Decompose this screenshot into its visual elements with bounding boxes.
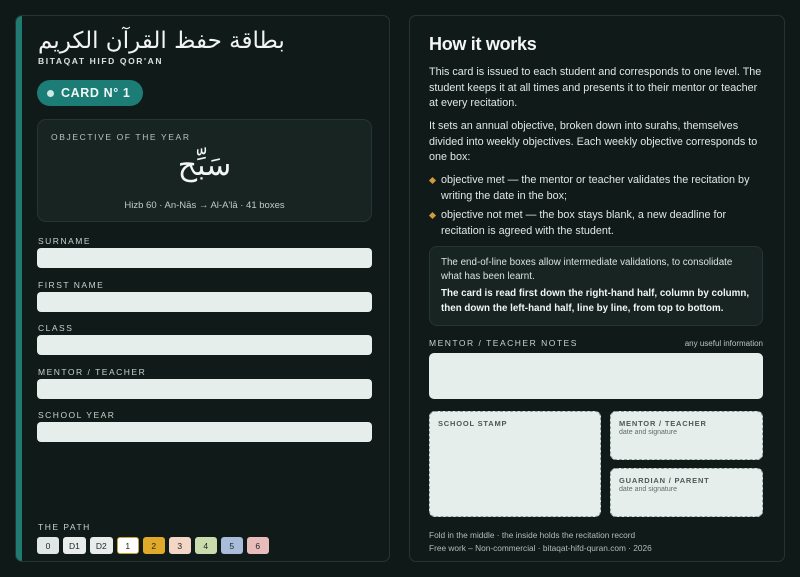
objective-paragraph: It sets an annual objective, broken down… <box>429 120 758 163</box>
guardian-signature-box[interactable]: GUARDIAN / PARENT date and signature <box>610 468 763 517</box>
first-name-field[interactable] <box>37 292 372 312</box>
guardian-signature-label: GUARDIAN / PARENT <box>619 476 710 485</box>
mentor-signature-sub: date and signature <box>619 429 677 436</box>
bullet-objective-not-met: objective not met — the box stays blank,… <box>428 208 769 239</box>
card-cover-panel: بطاقة حفظ القرآن الكريم BITAQAT HIFD QOR… <box>15 15 390 562</box>
path-chip: 6 <box>246 537 269 554</box>
accent-stripe <box>16 16 22 561</box>
diamond-bullet-icon <box>428 211 437 220</box>
path-chip: 1 <box>116 537 139 554</box>
diamond-bullet-icon <box>428 176 437 185</box>
surname-field[interactable] <box>37 248 372 268</box>
mentor-field[interactable] <box>37 379 372 399</box>
mentor-label: MENTOR / TEACHER <box>38 367 147 377</box>
mentor-signature-label: MENTOR / TEACHER <box>619 419 707 428</box>
path-chip: 3 <box>168 537 191 554</box>
class-field[interactable] <box>37 335 372 355</box>
how-it-works-panel: How it works This card is issued to each… <box>409 15 785 562</box>
info-bold-text: The card is read first down the right-ha… <box>441 288 750 314</box>
badge-dot-icon <box>47 89 54 97</box>
school-year-field[interactable] <box>37 422 372 442</box>
notes-hint: any useful information <box>684 339 763 348</box>
path-chip: 5 <box>220 537 243 554</box>
objective-description: Hizb 60 · An-Nās → Al-A'lā · 41 boxes <box>124 200 285 211</box>
info-normal-text: The end-of-line boxes allow intermediate… <box>441 257 733 282</box>
mentor-signature-box[interactable]: MENTOR / TEACHER date and signature <box>610 411 763 460</box>
path-chips: 0 D1 D2 1 2 3 4 5 6 <box>37 537 269 554</box>
path-chip: 2 <box>142 537 165 554</box>
surname-label: SURNAME <box>38 236 92 246</box>
first-name-label: FIRST NAME <box>38 280 105 290</box>
card-number-badge: CARD N° 1 <box>37 80 143 106</box>
path-chip: D1 <box>63 537 86 554</box>
school-stamp-box[interactable]: SCHOOL STAMP <box>429 411 601 517</box>
notes-label: MENTOR / TEACHER NOTES <box>429 338 578 348</box>
fold-note: Fold in the middle · the inside holds th… <box>429 530 636 540</box>
path-chip: 0 <box>37 537 59 554</box>
bullet-objective-met: objective met — the mentor or teacher va… <box>428 173 769 204</box>
path-chip: D2 <box>89 537 113 554</box>
school-year-label: SCHOOL YEAR <box>38 410 116 420</box>
license-footer: Free work – Non-commercial · bitaqat-hif… <box>429 543 652 553</box>
objective-title: OBJECTIVE OF THE YEAR <box>51 132 191 142</box>
path-label: THE PATH <box>38 522 91 532</box>
card-number-label: CARD N° 1 <box>61 86 131 100</box>
how-title: How it works <box>429 34 537 54</box>
intro-paragraph: This card is issued to each student and … <box>429 66 762 109</box>
bullet-text: objective not met — the box stays blank,… <box>441 209 727 237</box>
reading-info-box: The end-of-line boxes allow intermediate… <box>429 246 763 326</box>
school-stamp-label: SCHOOL STAMP <box>438 419 508 428</box>
guardian-signature-sub: date and signature <box>619 486 677 493</box>
latin-title: BITAQAT HIFD QOR'AN <box>38 56 164 66</box>
arabic-title: بطاقة حفظ القرآن الكريم <box>38 28 285 54</box>
objective-arabic: سَبِّح <box>177 148 232 183</box>
class-label: CLASS <box>38 323 74 333</box>
objective-box: OBJECTIVE OF THE YEAR سَبِّح Hizb 60 · A… <box>37 119 372 222</box>
bullet-text: objective met — the mentor or teacher va… <box>441 174 750 202</box>
path-chip: 4 <box>194 537 217 554</box>
notes-field[interactable] <box>429 353 763 399</box>
